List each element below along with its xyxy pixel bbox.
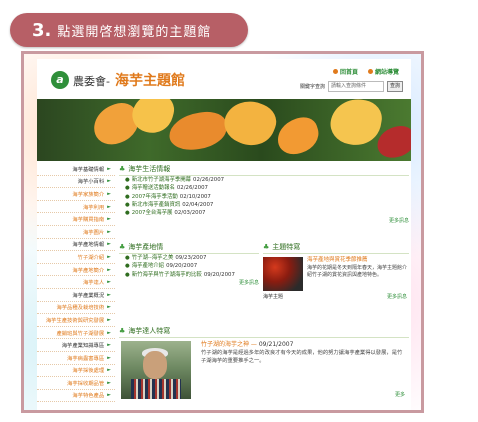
search-button[interactable]: 查詢 xyxy=(387,81,403,92)
site-brand-title[interactable]: 海芋主題館 xyxy=(115,70,185,90)
leaf-icon: ♣ xyxy=(263,243,270,251)
more-link[interactable]: 更多訊息 xyxy=(119,279,259,286)
arrow-icon: ► xyxy=(107,228,111,235)
calla-lily-banner xyxy=(37,99,411,161)
promo-text: 海芋的花期是冬天到隔年春天，海芋主題館介紹竹子湖的賞花資訊與產地特色。 xyxy=(307,265,408,278)
promo-caption: 海芋主題 xyxy=(263,294,284,300)
farm-list: ● 竹子湖--海芋之美 09/23/2007 ● 海芋產地介紹 09/20/2007 ●… xyxy=(119,254,259,279)
arrow-icon: ► xyxy=(107,266,111,273)
arrow-icon: ► xyxy=(107,241,111,248)
home-link[interactable]: 回首頁 xyxy=(332,67,358,76)
news-item[interactable]: ● 2007全台海芋展 02/03/2007 xyxy=(125,209,409,217)
promo-image[interactable] xyxy=(263,257,303,291)
sidebar-item[interactable]: 海芋產地情報 ► xyxy=(37,239,115,252)
arrow-icon: ► xyxy=(107,216,111,223)
sidebar-item[interactable]: 海芋產地簡介 ► xyxy=(37,264,115,277)
sidebar-item[interactable]: 竹子湖介紹 ► xyxy=(37,251,115,264)
arrow-icon: ► xyxy=(107,165,111,172)
sidebar-item[interactable]: 海芋家族簡介 ► xyxy=(37,188,115,201)
farm-item[interactable]: ● 新竹海芋與竹子湖海芋的比較 09/20/2007 xyxy=(125,271,259,279)
step-instruction: 點選開啓想瀏覽的主題館 xyxy=(57,24,212,40)
screenshot-frame: a 農委會- 海芋主題館 回首頁 網站導覽 關鍵字查詢 請輸入查詢條件 查詢 海… xyxy=(21,51,424,413)
news-item[interactable]: ● 2007年海芋季活動 02/10/2007 xyxy=(125,193,409,201)
news-item[interactable]: ● 新北市竹子湖海芋季開幕 02/26/2007 xyxy=(125,176,409,184)
lily-petal xyxy=(218,99,282,153)
sidebar-item[interactable]: 海芋特色產品 ► xyxy=(37,390,115,403)
sitemap-icon xyxy=(367,69,373,74)
sidebar-item[interactable]: 海芋圖片 ► xyxy=(37,226,115,239)
arrow-icon: ► xyxy=(107,178,111,185)
more-link[interactable]: 更多訊息 xyxy=(119,217,409,224)
sidebar-item[interactable]: 海芋利用 ► xyxy=(37,201,115,214)
sitemap-link[interactable]: 網站導覽 xyxy=(367,67,399,76)
arrow-icon: ► xyxy=(107,316,111,323)
arrow-icon: ► xyxy=(107,190,111,197)
sidebar-item[interactable]: 產銷班與竹子湖發展 ► xyxy=(37,327,115,340)
step-tab: 3. 點選開啓想瀏覽的主題館 xyxy=(10,13,248,47)
section-title: ♣ 主題特寫 xyxy=(263,241,409,254)
news-list: ● 新北市竹子湖海芋季開幕 02/26/2007 ● 海芋贈送活動報名 02/26/20… xyxy=(119,176,409,217)
news-item[interactable]: ● 海芋贈送活動報名 02/26/2007 xyxy=(125,184,409,192)
arrow-icon: ► xyxy=(107,253,111,260)
farm-item[interactable]: ● 竹子湖--海芋之美 09/23/2007 xyxy=(125,254,259,262)
arrow-icon: ► xyxy=(107,379,111,386)
sidebar-item[interactable]: 海芋採收期品管 ► xyxy=(37,377,115,390)
people-headline[interactable]: 竹子湖的海芋之神 — 09/21/2007 xyxy=(201,339,293,348)
sidebar-item[interactable]: 海芋購買指南 ► xyxy=(37,213,115,226)
arrow-icon: ► xyxy=(107,304,111,311)
main-content: ♣ 海芋生活情報 ● 新北市竹子湖海芋季開幕 02/26/2007 ● 海芋贈送活動報名… xyxy=(119,163,409,410)
sidebar-item[interactable]: 海芋產業概況 ► xyxy=(37,289,115,302)
people-text: 竹子湖的海芋是經過多年的改良才有今天的成果，他的努力讓海芋產業得以發展，是竹子湖… xyxy=(201,350,403,364)
lily-petal xyxy=(272,113,324,159)
section-title: ♣ 海芋達人特寫 xyxy=(119,325,409,338)
sidebar: 海芋基礎情報 ► 海芋小百科 ► 海芋家族簡介 ► 海芋利用 ► 海芋購買指南 ► 海芋圖… xyxy=(37,163,115,410)
sidebar-item[interactable]: 海芋採後處理 ► xyxy=(37,365,115,378)
coa-logo-icon[interactable]: a xyxy=(51,71,69,89)
arrow-icon: ► xyxy=(107,367,111,374)
sidebar-item[interactable]: 海芋達人 ► xyxy=(37,276,115,289)
sidebar-item[interactable]: 海芋病蟲害專區 ► xyxy=(37,352,115,365)
search-input[interactable]: 請輸入查詢條件 xyxy=(328,81,384,92)
site-brand-prefix: 農委會- xyxy=(73,75,110,88)
people-section: ♣ 海芋達人特寫 竹子湖的海芋之神 — 09/21/2007 竹子湖的海芋是經過多… xyxy=(119,325,409,410)
news-section: ♣ 海芋生活情報 ● 新北市竹子湖海芋季開幕 02/26/2007 ● 海芋贈送活動報名… xyxy=(119,163,409,224)
top-links: 回首頁 網站導覽 xyxy=(332,67,399,76)
lily-petal xyxy=(166,109,230,153)
sidebar-item[interactable]: 海芋小百科 ► xyxy=(37,176,115,189)
step-number: 3. xyxy=(32,19,52,41)
lily-petal xyxy=(327,99,385,149)
arrow-icon: ► xyxy=(107,329,111,336)
theme-site-page: a 農委會- 海芋主題館 回首頁 網站導覽 關鍵字查詢 請輸入查詢條件 查詢 海… xyxy=(37,59,411,410)
more-link[interactable]: 更多 xyxy=(395,391,405,398)
arrow-icon: ► xyxy=(107,291,111,298)
farmer-photo[interactable] xyxy=(121,341,191,399)
sidebar-item[interactable]: 海芋品種及栽培技術 ► xyxy=(37,302,115,315)
promo-headline[interactable]: 海芋產地與賞花季節推薦 xyxy=(307,255,407,263)
arrow-icon: ► xyxy=(107,354,111,361)
news-item[interactable]: ● 新北市海芋產銷資訊 02/04/2007 xyxy=(125,201,409,209)
section-title: ♣ 海芋產地情 xyxy=(119,241,259,254)
arrow-icon: ► xyxy=(107,279,111,286)
arrow-icon: ► xyxy=(107,342,111,349)
leaf-icon: ♣ xyxy=(119,165,126,173)
farm-section: ♣ 海芋產地情 ● 竹子湖--海芋之美 09/23/2007 ● 海芋產地介紹 09/20… xyxy=(119,241,259,286)
leaf-icon: ♣ xyxy=(119,243,126,251)
site-header: a 農委會- 海芋主題館 回首頁 網站導覽 關鍵字查詢 請輸入查詢條件 查詢 xyxy=(37,59,411,99)
arrow-icon: ► xyxy=(107,392,111,399)
photo-shirt xyxy=(131,379,181,399)
promo-section: ♣ 主題特寫 海芋產地與賞花季節推薦 海芋的花期是冬天到隔年春天，海芋主題館介紹竹… xyxy=(263,241,409,315)
sidebar-item[interactable]: 海芋生產技術與研究發展 ► xyxy=(37,314,115,327)
home-icon xyxy=(332,69,338,74)
search-label: 關鍵字查詢 xyxy=(299,84,325,90)
leaf-icon: ♣ xyxy=(119,327,126,335)
search-bar: 關鍵字查詢 請輸入查詢條件 查詢 xyxy=(300,81,403,92)
sidebar-item[interactable]: 海芋基礎情報 ► xyxy=(37,163,115,176)
more-link[interactable]: 更多訊息 xyxy=(387,293,407,300)
farm-item[interactable]: ● 海芋產地介紹 09/20/2007 xyxy=(125,262,259,270)
sidebar-item[interactable]: 海芋產業知識專區 ► xyxy=(37,339,115,352)
arrow-icon: ► xyxy=(107,203,111,210)
section-title: ♣ 海芋生活情報 xyxy=(119,163,409,176)
photo-face xyxy=(143,351,167,379)
